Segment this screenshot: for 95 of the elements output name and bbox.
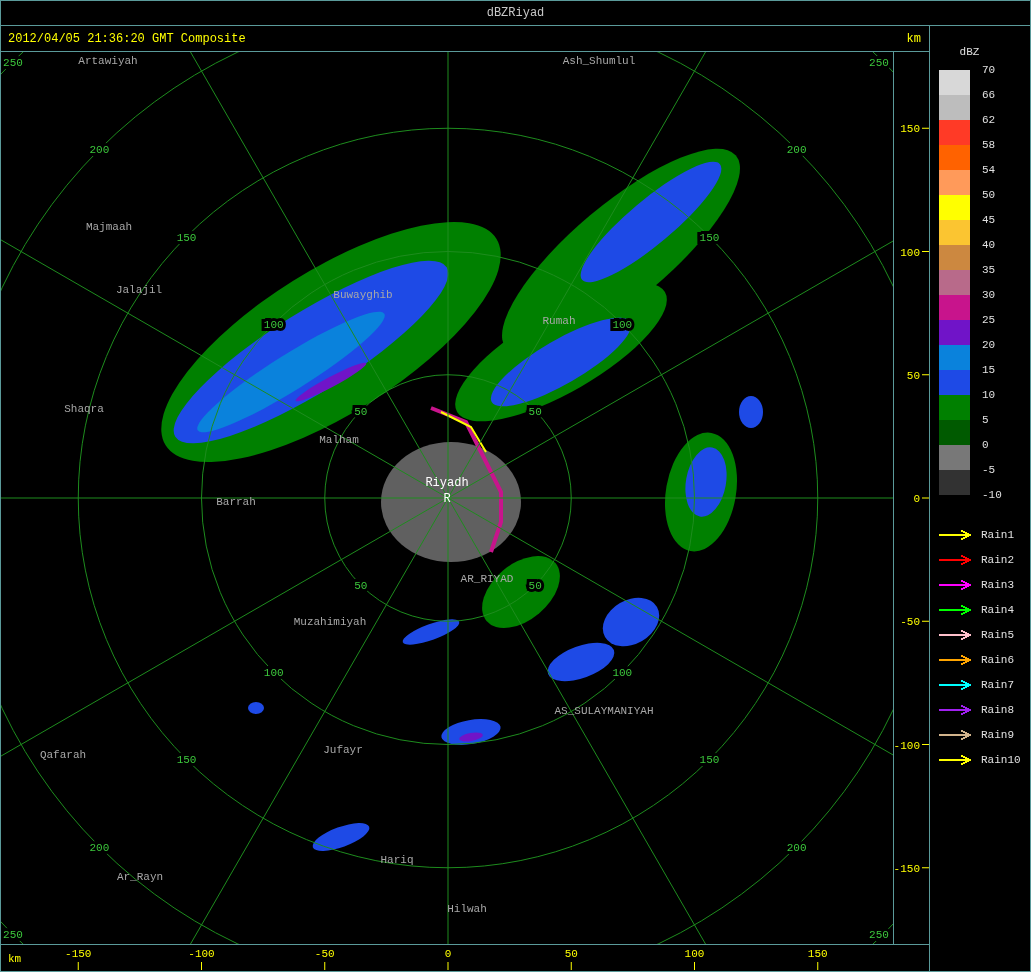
place-label: Hilwah xyxy=(447,903,487,915)
rain-track-label: Rain1 xyxy=(981,528,1014,541)
place-label: Ar_Rayn xyxy=(116,871,164,883)
range-ring-label: 50 xyxy=(528,405,542,418)
axis-tick xyxy=(921,497,929,499)
place-label: Riyadh xyxy=(425,476,469,490)
place-label: Muzahimiyah xyxy=(293,616,367,628)
place-label: Buwayghib xyxy=(333,289,393,301)
range-ring-label: 250 xyxy=(3,57,23,70)
axis-tick-label: -150 xyxy=(894,862,920,875)
scale-label: 54 xyxy=(982,163,997,178)
range-ring-label: 150 xyxy=(699,231,720,244)
place-label: Shaqra xyxy=(64,403,104,415)
range-ring-label: 250 xyxy=(869,57,889,70)
scale-label: 15 xyxy=(982,363,997,378)
scale-label: 30 xyxy=(982,288,997,303)
axis-tick-label: 50 xyxy=(906,369,920,382)
range-ring-label: 250 xyxy=(869,928,889,941)
place-label: Jufayr xyxy=(323,744,363,756)
scale-label: 62 xyxy=(982,113,997,128)
scale-label: 10 xyxy=(982,388,997,403)
rain-track-label: Rain4 xyxy=(981,603,1014,616)
range-ring-label: 100 xyxy=(263,667,284,680)
legend-title: dBZ xyxy=(958,46,981,58)
axis-tick-label: 0 xyxy=(444,948,452,960)
axis-tick xyxy=(324,961,326,970)
scale-label: 58 xyxy=(982,138,997,153)
rain-track-label: Rain8 xyxy=(981,703,1014,716)
axis-tick xyxy=(694,961,695,970)
range-ring-label: 150 xyxy=(699,754,720,767)
axis-tick xyxy=(570,961,572,970)
rain-track-label: Rain9 xyxy=(981,728,1014,741)
range-ring-label: 50 xyxy=(354,580,368,593)
range-ring-label: 50 xyxy=(528,580,542,593)
unit-label: km xyxy=(8,953,22,965)
scale-label: 40 xyxy=(982,238,997,253)
scale-label: 25 xyxy=(982,313,997,328)
axis-tick-label: 0 xyxy=(913,493,920,505)
scale-label: 20 xyxy=(982,338,997,353)
scale-label: 45 xyxy=(982,213,997,228)
scale-label: 50 xyxy=(982,188,997,203)
place-label: Majmaah xyxy=(85,221,133,233)
axis-tick-label: -100 xyxy=(188,948,215,960)
scale-label: 5 xyxy=(982,413,990,428)
axis-tick-label: 150 xyxy=(807,948,828,960)
rain-track-label: Rain6 xyxy=(981,653,1014,666)
range-ring-label: 150 xyxy=(176,754,197,767)
rain-track-label: Rain7 xyxy=(981,678,1014,691)
range-ring-label: 100 xyxy=(612,667,633,680)
scale-label: 66 xyxy=(982,88,997,103)
scale-label: 70 xyxy=(982,63,997,78)
unit-label: km xyxy=(906,31,921,46)
place-label: Hariq xyxy=(380,854,414,866)
rain-track-label: Rain2 xyxy=(981,553,1014,566)
axis-tick-label: 100 xyxy=(900,246,920,259)
axis-tick xyxy=(921,127,929,129)
scale-label: -10 xyxy=(982,488,1002,503)
axis-tick-label: -150 xyxy=(65,948,92,960)
range-ring-label: 250 xyxy=(3,928,23,941)
axis-tick-label: -50 xyxy=(314,948,335,960)
axis-tick xyxy=(817,961,819,970)
axis-tick-label: 50 xyxy=(564,948,578,960)
axis-tick xyxy=(921,251,929,252)
place-label: Rumah xyxy=(542,315,576,327)
axis-tick xyxy=(201,961,202,970)
place-label: Jalajil xyxy=(115,284,163,296)
axis-tick-label: 100 xyxy=(684,948,705,960)
place-label: Barrah xyxy=(216,496,256,508)
rain-track-label: Rain5 xyxy=(981,628,1014,641)
rain-track-label: Rain3 xyxy=(981,578,1014,591)
range-ring-label: 50 xyxy=(354,405,368,418)
radar-marker: R xyxy=(443,492,451,506)
range-ring-label: 200 xyxy=(786,841,807,854)
range-ring-label: 200 xyxy=(89,841,110,854)
scale-label: 0 xyxy=(982,438,990,453)
window-title: dBZRiyad xyxy=(486,6,545,20)
scale-label: 35 xyxy=(982,263,997,278)
place-label: Artawiyah xyxy=(78,55,138,67)
axis-tick xyxy=(921,620,929,622)
rain-track-label: Rain10 xyxy=(981,753,1021,766)
place-label: Ash_Shumlul xyxy=(562,55,636,67)
range-ring-label: 150 xyxy=(176,231,197,244)
scale-label: -5 xyxy=(982,463,997,478)
axis-tick xyxy=(77,961,79,970)
axis-tick xyxy=(447,961,449,970)
axis-tick-label: -50 xyxy=(900,616,920,629)
axis-tick xyxy=(921,867,929,869)
axis-tick-label: 150 xyxy=(900,123,920,136)
axis-tick-label: -100 xyxy=(894,739,920,752)
timestamp-label: 2012/04/05 21:36:20 GMT Composite xyxy=(8,31,246,46)
range-ring-label: 200 xyxy=(786,144,807,157)
range-ring-label: 200 xyxy=(89,144,110,157)
place-label: Qafarah xyxy=(39,749,87,761)
axis-tick xyxy=(921,374,929,376)
axis-tick xyxy=(921,744,929,745)
